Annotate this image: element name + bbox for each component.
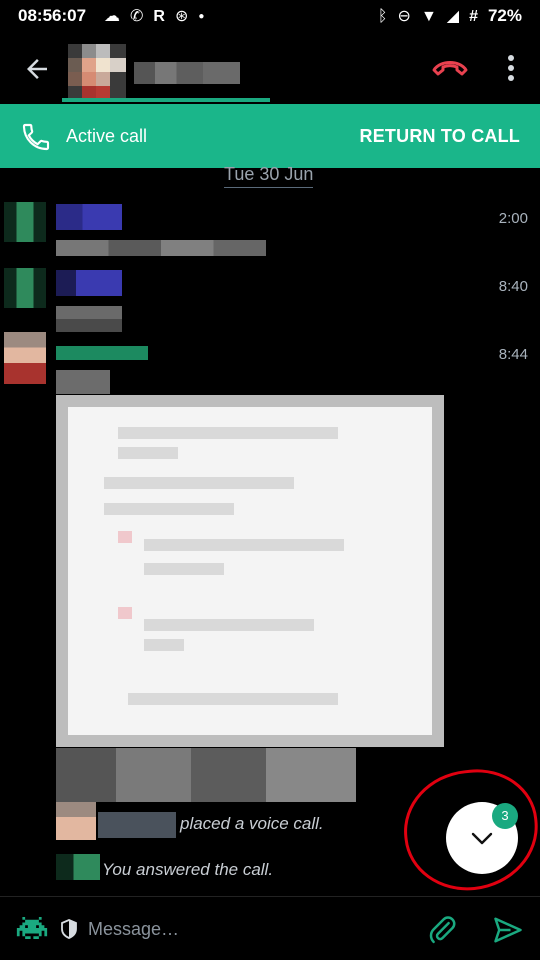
sender-name — [56, 270, 122, 296]
signal-icon: ◢ — [446, 8, 460, 25]
room-avatar[interactable] — [68, 44, 126, 102]
message-timestamp: 2:00 — [498, 210, 528, 227]
battery-level: 72% — [487, 6, 522, 25]
call-placed-event: placed a voice call. — [180, 814, 324, 833]
call-answered-event: You answered the call. — [102, 860, 274, 879]
paperclip-icon[interactable] — [428, 915, 458, 945]
image-attachment[interactable] — [56, 395, 444, 747]
unread-count-badge: 3 — [492, 803, 518, 829]
shield-icon[interactable] — [60, 919, 78, 939]
avatar — [56, 802, 96, 840]
event-sender-name — [98, 812, 176, 838]
r-app-icon: R — [153, 8, 165, 25]
header-underline — [62, 98, 270, 102]
more-vert-icon[interactable] — [503, 52, 519, 84]
date-separator: Tue 30 Jun — [224, 164, 314, 188]
message-input[interactable] — [88, 913, 408, 945]
phone-icon — [22, 123, 50, 151]
dnd-icon: ⊖ — [397, 8, 411, 25]
sender-name — [56, 204, 122, 230]
avatar[interactable] — [4, 202, 46, 242]
active-call-label: Active call — [66, 126, 148, 146]
avatar[interactable] — [4, 332, 46, 384]
status-time: 08:56:07 — [18, 6, 87, 25]
avatar[interactable] — [4, 268, 46, 308]
phone-icon: ✆ — [130, 8, 144, 25]
avatar — [56, 854, 100, 880]
hangup-icon[interactable] — [430, 56, 470, 80]
sender-name — [56, 346, 148, 360]
chevron-down-icon — [471, 832, 493, 845]
cloud-icon: ☁ — [104, 8, 120, 25]
wifi-icon: ▼ — [420, 8, 437, 25]
attachment-caption — [56, 748, 356, 802]
room-header — [0, 34, 540, 104]
dot-icon: ● — [198, 11, 205, 22]
message-body — [56, 240, 266, 256]
return-to-call-button[interactable]: RETURN TO CALL — [360, 126, 520, 147]
hash-icon: # — [469, 8, 478, 25]
status-bar: 08:56:07 ☁ ✆ R ⊛ ● ᛒ ⊖ ▼ ◢ # 72% — [0, 0, 540, 34]
invader-icon[interactable] — [16, 917, 48, 939]
room-name[interactable] — [134, 62, 240, 84]
active-call-banner[interactable]: Active call RETURN TO CALL — [0, 104, 540, 168]
message-body — [56, 370, 110, 394]
message-timestamp: 8:40 — [498, 278, 528, 295]
message-timestamp: 8:44 — [498, 346, 528, 363]
message-composer — [0, 896, 540, 960]
arrow-left-icon[interactable] — [22, 54, 52, 84]
message-body — [56, 306, 122, 332]
steering-icon: ⊛ — [174, 8, 189, 25]
send-icon[interactable] — [492, 915, 524, 945]
bluetooth-icon: ᛒ — [377, 8, 388, 25]
